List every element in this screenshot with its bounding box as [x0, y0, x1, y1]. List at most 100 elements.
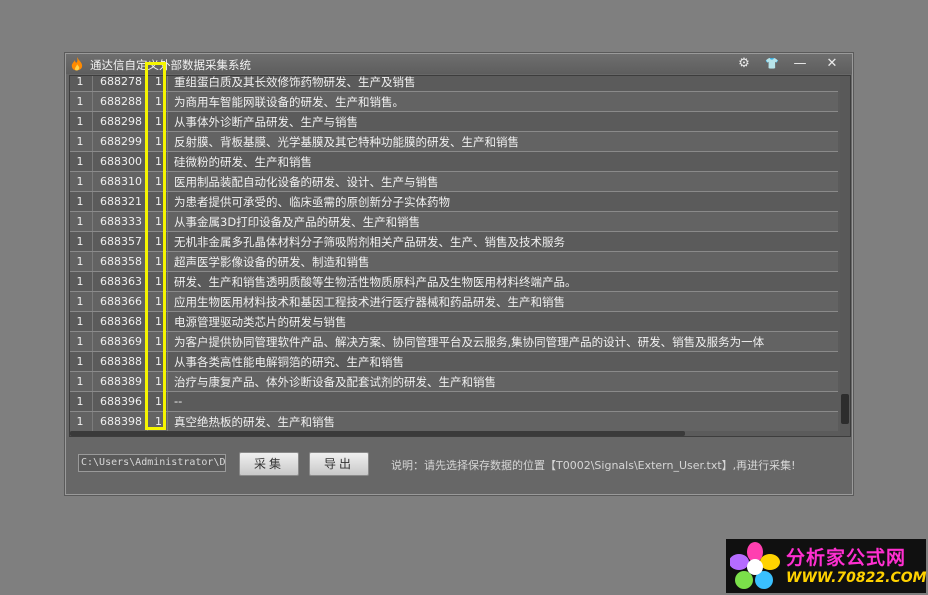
stock-code-cell: 688388 — [100, 355, 142, 368]
data-grid[interactable]: 1 688278 1 重组蛋白质及其长效修饰药物研发、生产及销售 1 688288 1 为商用… — [69, 75, 851, 437]
row-index-cell: 1 — [76, 215, 84, 228]
stock-code-cell: 688288 — [100, 95, 142, 108]
shirt-icon: 👕 — [765, 57, 779, 70]
business-description-cell: 为患者提供可承受的、临床亟需的原创新分子实体药物 — [174, 195, 450, 209]
minimize-icon: — — [793, 56, 807, 71]
table-row[interactable]: 1 688368 1 电源管理驱动类芯片的研发与销售 — [70, 312, 838, 332]
business-description-cell: 研发、生产和销售透明质酸等生物活性物质原料产品及生物医用材料终端产品。 — [174, 275, 577, 289]
watermark-name: 分析家公式网 — [786, 547, 907, 569]
vertical-scroll-thumb[interactable] — [841, 394, 849, 424]
business-description-cell: 无机非金属多孔晶体材料分子筛吸附剂相关产品研发、生产、销售及技术服务 — [174, 235, 565, 249]
table-row[interactable]: 1 688333 1 从事金属3D打印设备及产品的研发、生产和销售 — [70, 212, 838, 232]
stock-code-cell: 688369 — [100, 335, 142, 348]
table-row[interactable]: 1 688278 1 重组蛋白质及其长效修饰药物研发、生产及销售 — [70, 75, 838, 92]
row-index-cell: 1 — [76, 335, 84, 348]
table-row[interactable]: 1 688388 1 从事各类高性能电解铜箔的研究、生产和销售 — [70, 352, 838, 372]
watermark-url: WWW.70822.COM — [786, 570, 927, 586]
close-icon: ✕ — [826, 56, 838, 71]
table-row[interactable]: 1 688396 1 -- — [70, 392, 838, 412]
column-separator — [92, 372, 93, 391]
row-index-cell: 1 — [76, 115, 84, 128]
table-row[interactable]: 1 688357 1 无机非金属多孔晶体材料分子筛吸附剂相关产品研发、生产、销售及技术… — [70, 232, 838, 252]
column-separator — [167, 132, 168, 151]
table-row[interactable]: 1 688358 1 超声医学影像设备的研发、制造和销售 — [70, 252, 838, 272]
flower-logo-icon — [730, 542, 780, 589]
column-separator — [167, 172, 168, 191]
table-row[interactable]: 1 688298 1 从事体外诊断产品研发、生产与销售 — [70, 112, 838, 132]
column-separator — [167, 352, 168, 371]
flag-column-highlight — [145, 62, 166, 430]
table-row[interactable]: 1 688366 1 应用生物医用材料技术和基因工程技术进行医疗器械和药品研发、生产和… — [70, 292, 838, 312]
stock-code-cell: 688278 — [100, 75, 142, 88]
column-separator — [167, 372, 168, 391]
table-row[interactable]: 1 688363 1 研发、生产和销售透明质酸等生物活性物质原料产品及生物医用材料终端… — [70, 272, 838, 292]
stock-code-cell: 688357 — [100, 235, 142, 248]
stock-code-cell: 688299 — [100, 135, 142, 148]
business-description-cell: 反射膜、背板基膜、光学基膜及其它特种功能膜的研发、生产和销售 — [174, 135, 519, 149]
stock-code-cell: 688366 — [100, 295, 142, 308]
row-index-cell: 1 — [76, 355, 84, 368]
row-index-cell: 1 — [76, 235, 84, 248]
business-description-cell: 重组蛋白质及其长效修饰药物研发、生产及销售 — [174, 75, 416, 89]
column-separator — [92, 92, 93, 111]
collect-button[interactable]: 采集 — [239, 452, 299, 476]
table-row[interactable]: 1 688300 1 硅微粉的研发、生产和销售 — [70, 152, 838, 172]
column-separator — [92, 232, 93, 251]
column-separator — [92, 292, 93, 311]
table-row[interactable]: 1 688310 1 医用制品装配自动化设备的研发、设计、生产与销售 — [70, 172, 838, 192]
column-separator — [167, 232, 168, 251]
column-separator — [167, 292, 168, 311]
business-description-cell: 硅微粉的研发、生产和销售 — [174, 155, 312, 169]
column-separator — [92, 212, 93, 231]
column-separator — [92, 192, 93, 211]
save-path-input[interactable]: C:\Users\Administrator\D — [78, 454, 226, 472]
stock-code-cell: 688363 — [100, 275, 142, 288]
table-row[interactable]: 1 688321 1 为患者提供可承受的、临床亟需的原创新分子实体药物 — [70, 192, 838, 212]
column-separator — [167, 76, 168, 91]
table-row[interactable]: 1 688398 1 真空绝热板的研发、生产和销售 — [70, 412, 838, 432]
stock-code-cell: 688398 — [100, 415, 142, 428]
business-description-cell: -- — [174, 394, 183, 408]
stock-code-cell: 688368 — [100, 315, 142, 328]
column-separator — [167, 92, 168, 111]
horizontal-scrollbar[interactable] — [70, 431, 838, 436]
column-separator — [92, 272, 93, 291]
export-button[interactable]: 导出 — [309, 452, 369, 476]
row-index-cell: 1 — [76, 155, 84, 168]
row-index-cell: 1 — [76, 415, 84, 428]
table-row[interactable]: 1 688288 1 为商用车智能网联设备的研发、生产和销售。 — [70, 92, 838, 112]
table-row[interactable]: 1 688389 1 治疗与康复产品、体外诊断设备及配套试剂的研发、生产和销售 — [70, 372, 838, 392]
settings-button[interactable]: ⚙ — [730, 54, 758, 74]
row-index-cell: 1 — [76, 275, 84, 288]
business-description-cell: 从事体外诊断产品研发、生产与销售 — [174, 115, 358, 129]
row-index-cell: 1 — [76, 315, 84, 328]
business-description-cell: 超声医学影像设备的研发、制造和销售 — [174, 255, 370, 269]
app-window: 通达信自定义外部数据采集系统 ⚙ 👕 — ✕ 1 688278 1 重组蛋白质及其长效… — [65, 53, 853, 495]
business-description-cell: 电源管理驱动类芯片的研发与销售 — [174, 315, 347, 329]
column-separator — [92, 352, 93, 371]
column-separator — [92, 112, 93, 131]
business-description-cell: 从事金属3D打印设备及产品的研发、生产和销售 — [174, 215, 421, 229]
column-separator — [92, 392, 93, 411]
stock-code-cell: 688389 — [100, 375, 142, 388]
column-separator — [167, 332, 168, 351]
close-button[interactable]: ✕ — [818, 54, 846, 74]
stock-code-cell: 688321 — [100, 195, 142, 208]
business-description-cell: 为客户提供协同管理软件产品、解决方案、协同管理平台及云服务,集协同管理产品的设计… — [174, 335, 765, 349]
title-bar[interactable]: 通达信自定义外部数据采集系统 ⚙ 👕 — ✕ — [66, 54, 852, 74]
table-row[interactable]: 1 688369 1 为客户提供协同管理软件产品、解决方案、协同管理平台及云服务,集协… — [70, 332, 838, 352]
column-separator — [167, 272, 168, 291]
gear-icon: ⚙ — [738, 56, 750, 71]
watermark-logo: 分析家公式网 WWW.70822.COM — [726, 539, 927, 593]
skin-button[interactable]: 👕 — [758, 54, 786, 74]
row-index-cell: 1 — [76, 135, 84, 148]
vertical-scrollbar[interactable] — [840, 76, 850, 436]
table-row[interactable]: 1 688299 1 反射膜、背板基膜、光学基膜及其它特种功能膜的研发、生产和销售 — [70, 132, 838, 152]
column-separator — [167, 112, 168, 131]
column-separator — [92, 252, 93, 271]
column-separator — [92, 412, 93, 431]
minimize-button[interactable]: — — [786, 54, 814, 74]
business-description-cell: 应用生物医用材料技术和基因工程技术进行医疗器械和药品研发、生产和销售 — [174, 295, 565, 309]
column-separator — [92, 132, 93, 151]
horizontal-scroll-thumb[interactable] — [70, 431, 685, 436]
